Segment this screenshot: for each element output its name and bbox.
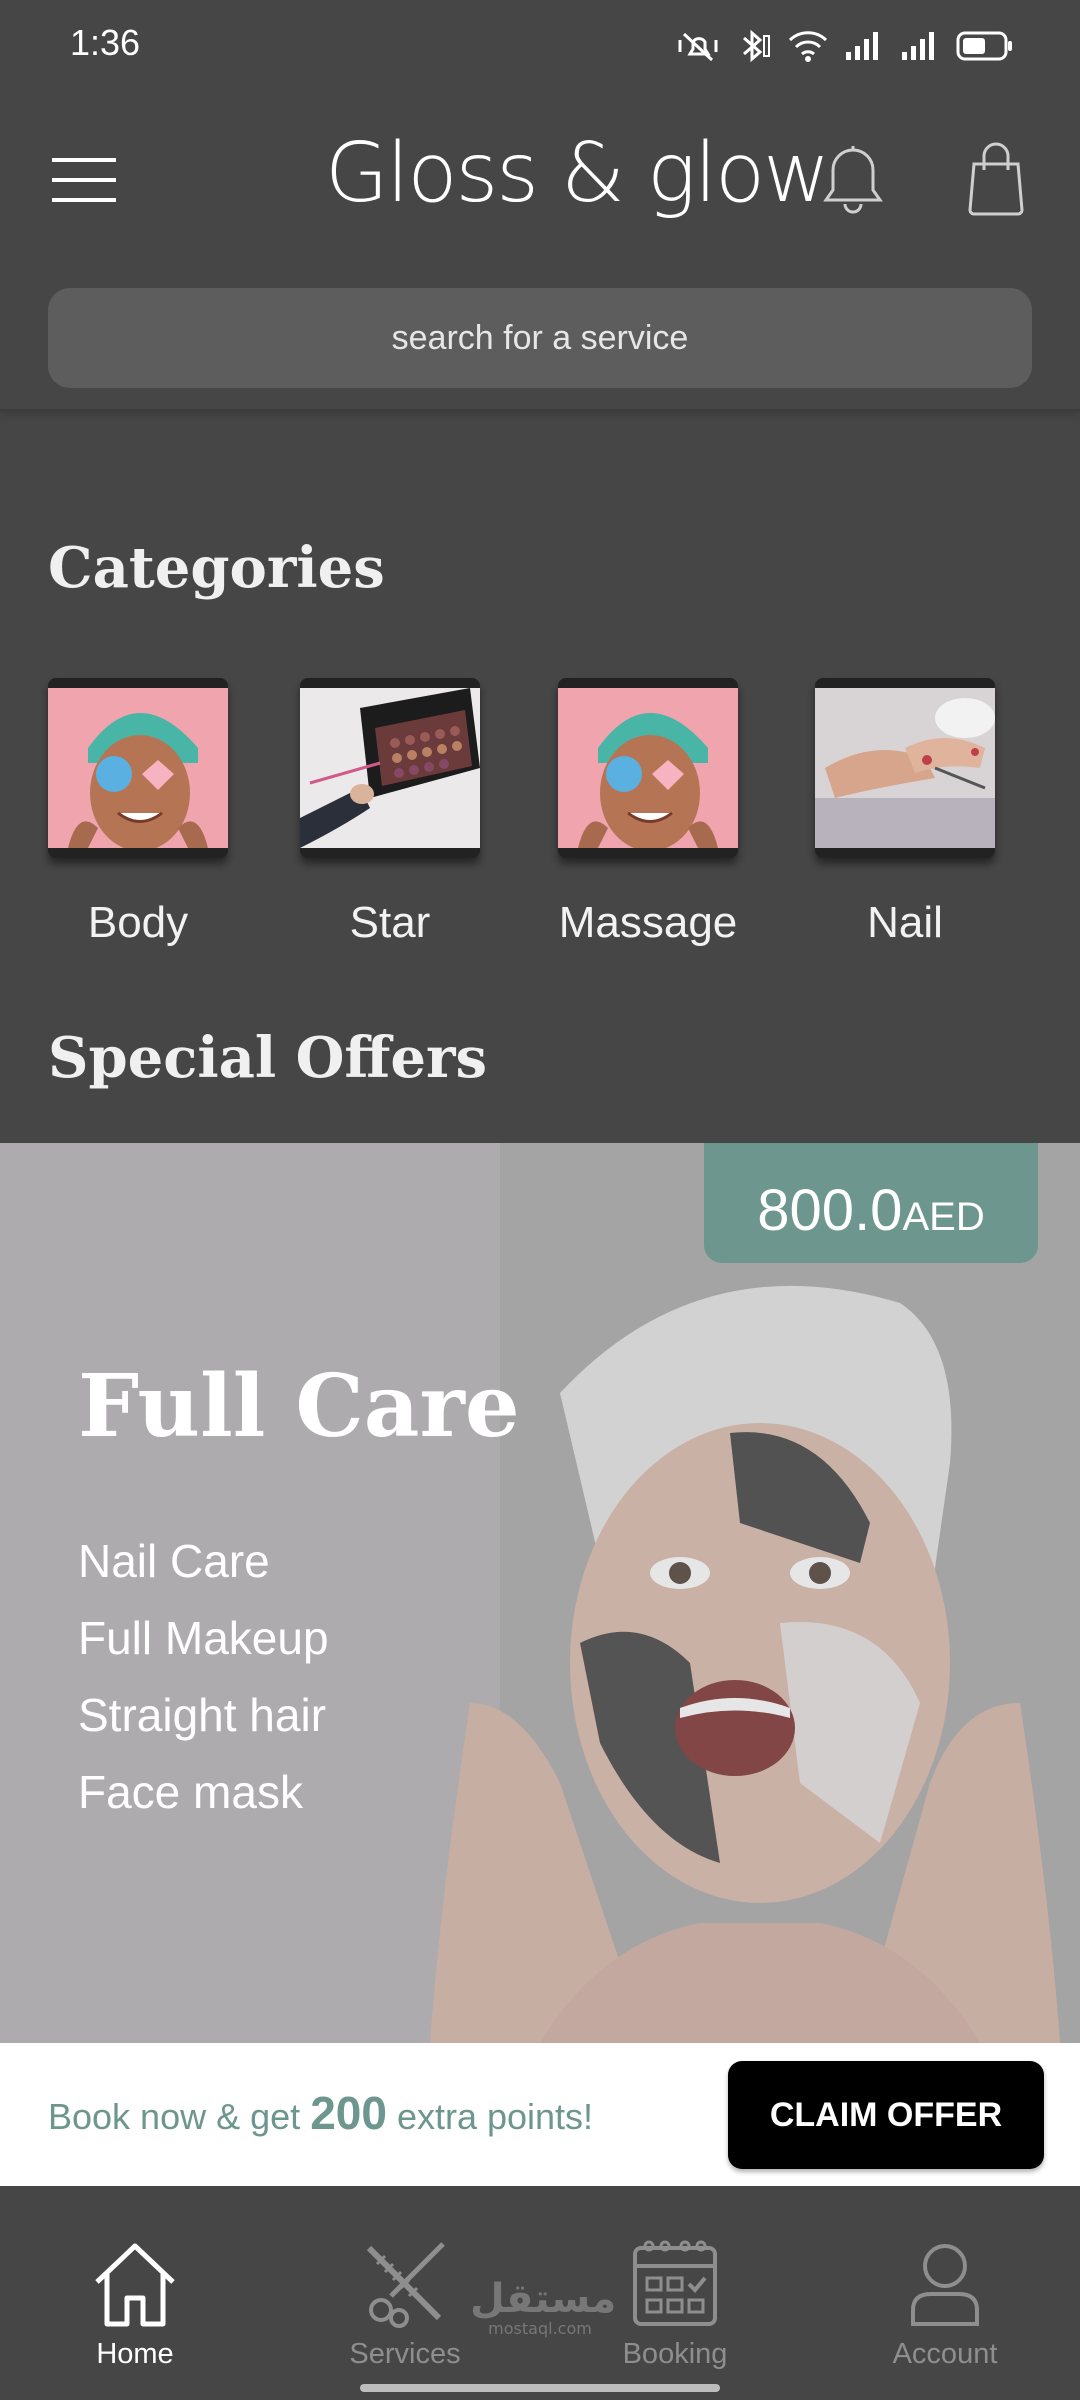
claim-text-before: Book now & get <box>48 2096 301 2137</box>
face-mask-photo <box>48 688 228 848</box>
bell-icon <box>823 146 883 214</box>
nav-label: Services <box>349 2338 461 2370</box>
vibrate-icon <box>678 32 718 62</box>
claim-text-after: extra points! <box>396 2096 594 2137</box>
notifications-button[interactable] <box>820 144 886 216</box>
category-image <box>300 678 480 858</box>
battery-icon <box>956 31 1012 61</box>
offer-item: Full Makeup <box>78 1612 329 1664</box>
user-icon <box>911 2244 979 2326</box>
claim-points: 200 <box>310 2087 387 2139</box>
home-icon <box>95 2243 175 2327</box>
status-time: 1:36 <box>70 22 141 63</box>
brand-logo: Gloss & glow <box>325 126 830 221</box>
nav-label: Home <box>96 2338 174 2370</box>
category-label: Nail <box>867 898 943 947</box>
nav-label: Account <box>892 2338 998 2370</box>
offer-item: Straight hair <box>78 1689 327 1741</box>
special-offers-title: Special Offers <box>48 1025 488 1091</box>
status-icons <box>676 28 1014 64</box>
claim-offer-bar: Book now & get 200 extra points! CLAIM O… <box>0 2043 1080 2186</box>
makeup-palette-photo <box>300 688 480 848</box>
bottom-nav: Home Services Booking Account مستقل most… <box>0 2186 1080 2400</box>
calendar-icon <box>633 2240 717 2326</box>
categories-title: Categories <box>48 535 385 601</box>
offer-banner[interactable]: 800.0 AED Full Care Nail Care Full Makeu… <box>0 1143 1080 2043</box>
watermark-sub: mostaql.com <box>488 2319 592 2338</box>
shopping-bag-icon <box>968 142 1024 216</box>
signal-icon <box>846 32 878 60</box>
category-label: Star <box>349 898 431 947</box>
category-image <box>48 678 228 858</box>
price-tag: 800.0 AED <box>704 1143 1038 1263</box>
category-massage[interactable]: Massage <box>548 678 748 948</box>
status-bar: 1:36 <box>0 0 1080 96</box>
nav-label: Booking <box>622 2338 728 2370</box>
face-mask-photo <box>558 688 738 848</box>
nav-account[interactable]: Account <box>855 2238 1035 2371</box>
menu-icon <box>52 158 116 202</box>
category-star[interactable]: Star <box>290 678 490 948</box>
category-image <box>815 678 995 858</box>
menu-button[interactable] <box>50 155 118 205</box>
claim-text: Book now & get 200 extra points! <box>48 2086 593 2140</box>
offer-items-list: Nail Care Full Makeup Straight hair Face… <box>78 1523 329 1831</box>
cart-button[interactable] <box>966 142 1026 216</box>
category-label: Massage <box>558 898 738 947</box>
category-label: Body <box>87 898 189 947</box>
price-value: 800.0 <box>757 1178 903 1243</box>
search-placeholder: search for a service <box>391 318 689 357</box>
scissors-comb-icon <box>366 2242 445 2328</box>
category-image <box>558 678 738 858</box>
search-input[interactable]: search for a service <box>48 288 1032 388</box>
price-currency: AED <box>902 1195 985 1239</box>
home-indicator[interactable] <box>360 2384 720 2392</box>
bluetooth-icon <box>743 29 770 63</box>
nav-services[interactable]: Services <box>315 2238 495 2371</box>
offer-item: Nail Care <box>78 1535 270 1587</box>
signal-icon <box>902 32 934 60</box>
category-body[interactable]: Body <box>38 678 238 948</box>
nav-home[interactable]: Home <box>45 2238 225 2371</box>
app-header: Gloss & glow <box>0 100 1080 260</box>
offer-item: Face mask <box>78 1766 303 1818</box>
watermark-main: مستقل <box>470 2276 617 2322</box>
manicure-photo <box>815 688 995 848</box>
search-area: search for a service <box>0 262 1080 412</box>
offer-title: Full Care <box>78 1356 520 1457</box>
category-nail[interactable]: Nail <box>805 678 1005 948</box>
claim-offer-button[interactable]: CLAIM OFFER <box>728 2061 1044 2169</box>
watermark: مستقل mostaql.com <box>470 2276 617 2338</box>
wifi-icon <box>788 31 828 62</box>
